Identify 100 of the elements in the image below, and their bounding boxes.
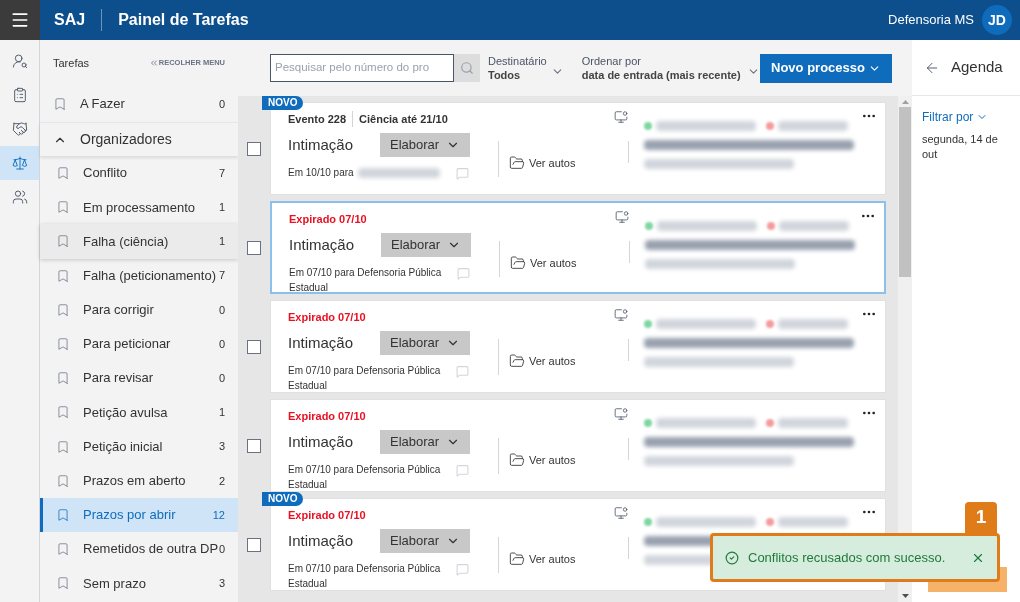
sidebar-item[interactable]: Conflito 7 xyxy=(40,156,238,191)
scroll-down-icon[interactable] xyxy=(901,594,909,598)
agenda-title: Agenda xyxy=(951,57,1003,78)
bookmark-icon xyxy=(56,542,70,557)
status-dot xyxy=(644,122,652,130)
elaborate-dropdown[interactable]: Elaborar xyxy=(380,331,470,355)
monitor-icon[interactable] xyxy=(614,110,628,124)
scrollbar-thumb[interactable] xyxy=(899,107,911,277)
view-records-link[interactable]: Ver autos xyxy=(509,154,576,172)
monitor-icon[interactable] xyxy=(614,407,628,421)
task-type: Intimação xyxy=(288,530,355,551)
card-checkbox[interactable] xyxy=(247,240,261,255)
sidebar-item[interactable]: Para corrigir 0 xyxy=(40,292,238,327)
task-type: Intimação xyxy=(288,134,355,155)
sidebar-item[interactable]: Prazos por abrir 12 xyxy=(40,497,238,533)
card-checkbox[interactable] xyxy=(247,537,261,552)
blurred-text xyxy=(779,221,849,231)
blurred-text xyxy=(778,121,848,131)
card-checkbox[interactable] xyxy=(247,141,261,156)
bookmark-icon xyxy=(56,200,70,215)
step-badge: 1 xyxy=(965,502,997,533)
monitor-icon[interactable] xyxy=(614,506,628,520)
status-dot xyxy=(766,419,774,427)
blurred-text xyxy=(778,517,848,527)
menu-icon[interactable] xyxy=(10,10,30,30)
sidebar-item[interactable]: Falha (ciência) 1 xyxy=(40,224,238,259)
user-avatar[interactable]: JD xyxy=(982,5,1012,35)
view-records-link[interactable]: Ver autos xyxy=(509,352,576,370)
sidebar-item[interactable]: Sem prazo 3 xyxy=(40,566,238,601)
elaborate-dropdown[interactable]: Elaborar xyxy=(380,133,470,157)
bookmark-icon xyxy=(56,507,70,522)
search-icon[interactable] xyxy=(460,61,474,75)
folder-icon xyxy=(509,155,525,171)
bookmark-icon xyxy=(53,97,67,111)
bookmark-icon xyxy=(56,405,70,420)
card-checkbox[interactable] xyxy=(247,339,261,354)
double-chevron-icon xyxy=(148,58,159,68)
task-type: Intimação xyxy=(288,332,355,353)
expired-status: Expirado 07/10 xyxy=(288,310,367,325)
filter-dropdown[interactable]: Filtrar por xyxy=(922,108,1020,126)
status-dot xyxy=(644,518,652,526)
folder-icon xyxy=(509,353,525,369)
sidebar-item[interactable]: Petição inicial 3 xyxy=(40,429,238,464)
status-dot xyxy=(767,222,775,230)
rail-tab[interactable] xyxy=(0,146,39,180)
folder-icon xyxy=(509,551,525,567)
sort-dropdown[interactable]: Ordenar por data de entrada (mais recente) xyxy=(581,54,760,82)
task-card[interactable]: Expirado 07/10 Intimação Elaborar Em 07/10 para Defensoria Pública Estadual Ver autos xyxy=(270,201,886,294)
clipboard-icon xyxy=(11,87,28,103)
recipient-filter[interactable]: Destinatário Todos xyxy=(488,54,564,82)
blurred-text xyxy=(778,319,848,329)
elaborate-dropdown[interactable]: Elaborar xyxy=(381,233,471,257)
elaborate-dropdown[interactable]: Elaborar xyxy=(380,430,470,454)
sidebar-item[interactable]: Prazos em aberto 2 xyxy=(40,463,238,498)
card-checkbox[interactable] xyxy=(247,438,261,453)
sidebar-item[interactable]: Remetidos de outra DP0 xyxy=(40,532,238,567)
new-badge: NOVO xyxy=(262,492,304,506)
status-dot xyxy=(766,518,774,526)
view-records-link[interactable]: Ver autos xyxy=(510,254,577,272)
scroll-up-icon[interactable] xyxy=(901,100,909,104)
elaborate-dropdown[interactable]: Elaborar xyxy=(380,529,470,553)
sidebar-item[interactable]: Em processamento 1 xyxy=(40,190,238,225)
task-type: Intimação xyxy=(288,431,355,452)
expired-status: Expirado 07/10 xyxy=(288,409,367,424)
status-dot xyxy=(645,222,653,230)
status-dot xyxy=(644,320,652,328)
bookmark-icon xyxy=(56,576,70,591)
user-name: Defensoria MS xyxy=(888,11,974,30)
bookmark-icon xyxy=(56,268,70,283)
monitor-icon[interactable] xyxy=(614,308,628,322)
bookmark-icon xyxy=(56,371,70,386)
person-icon xyxy=(11,53,28,69)
task-card[interactable]: Expirado 07/10 Intimação Elaborar Em 07/10 para Defensoria Pública Estadual Ver autos xyxy=(270,399,886,492)
sidebar-item[interactable]: A Fazer 0 xyxy=(40,86,238,122)
event-number: Evento 228 xyxy=(288,110,354,128)
expired-status: Expirado 07/10 xyxy=(288,508,367,523)
bookmark-icon xyxy=(56,234,70,249)
expired-status: Expirado 07/10 xyxy=(289,212,368,227)
page-title: Painel de Tarefas xyxy=(118,10,249,30)
sidebar-item[interactable]: Falha (peticionamento) 7 xyxy=(40,258,238,293)
group-icon xyxy=(11,189,28,205)
sidebar-item[interactable]: Para peticionar 0 xyxy=(40,326,238,362)
bookmark-icon xyxy=(56,439,70,454)
sidebar-item[interactable]: Petição avulsa 1 xyxy=(40,395,238,430)
received-text: Em 07/10 para Defensoria Pública Estadual xyxy=(288,562,442,591)
view-records-link[interactable]: Ver autos xyxy=(509,451,576,469)
task-card[interactable]: Expirado 07/10 Intimação Elaborar Em 07/10 para Defensoria Pública Estadual Ver autos xyxy=(270,300,886,393)
view-records-link[interactable]: Ver autos xyxy=(509,550,576,568)
received-text: Em 07/10 para Defensoria Pública Estadual xyxy=(288,463,442,492)
scales-icon xyxy=(11,155,28,171)
folder-icon xyxy=(509,452,525,468)
new-process-button[interactable]: Novo processo xyxy=(760,53,892,83)
bookmark-icon xyxy=(56,473,70,488)
task-type: Intimação xyxy=(289,234,356,255)
sidebar-item[interactable]: Para revisar 0 xyxy=(40,361,238,396)
received-text: Em 07/10 para Defensoria Pública Estadual xyxy=(289,266,443,295)
bookmark-icon xyxy=(56,337,70,352)
monitor-icon[interactable] xyxy=(615,210,629,224)
status-dot xyxy=(644,419,652,427)
received-text: Em 07/10 para Defensoria Pública Estadual xyxy=(288,364,442,393)
